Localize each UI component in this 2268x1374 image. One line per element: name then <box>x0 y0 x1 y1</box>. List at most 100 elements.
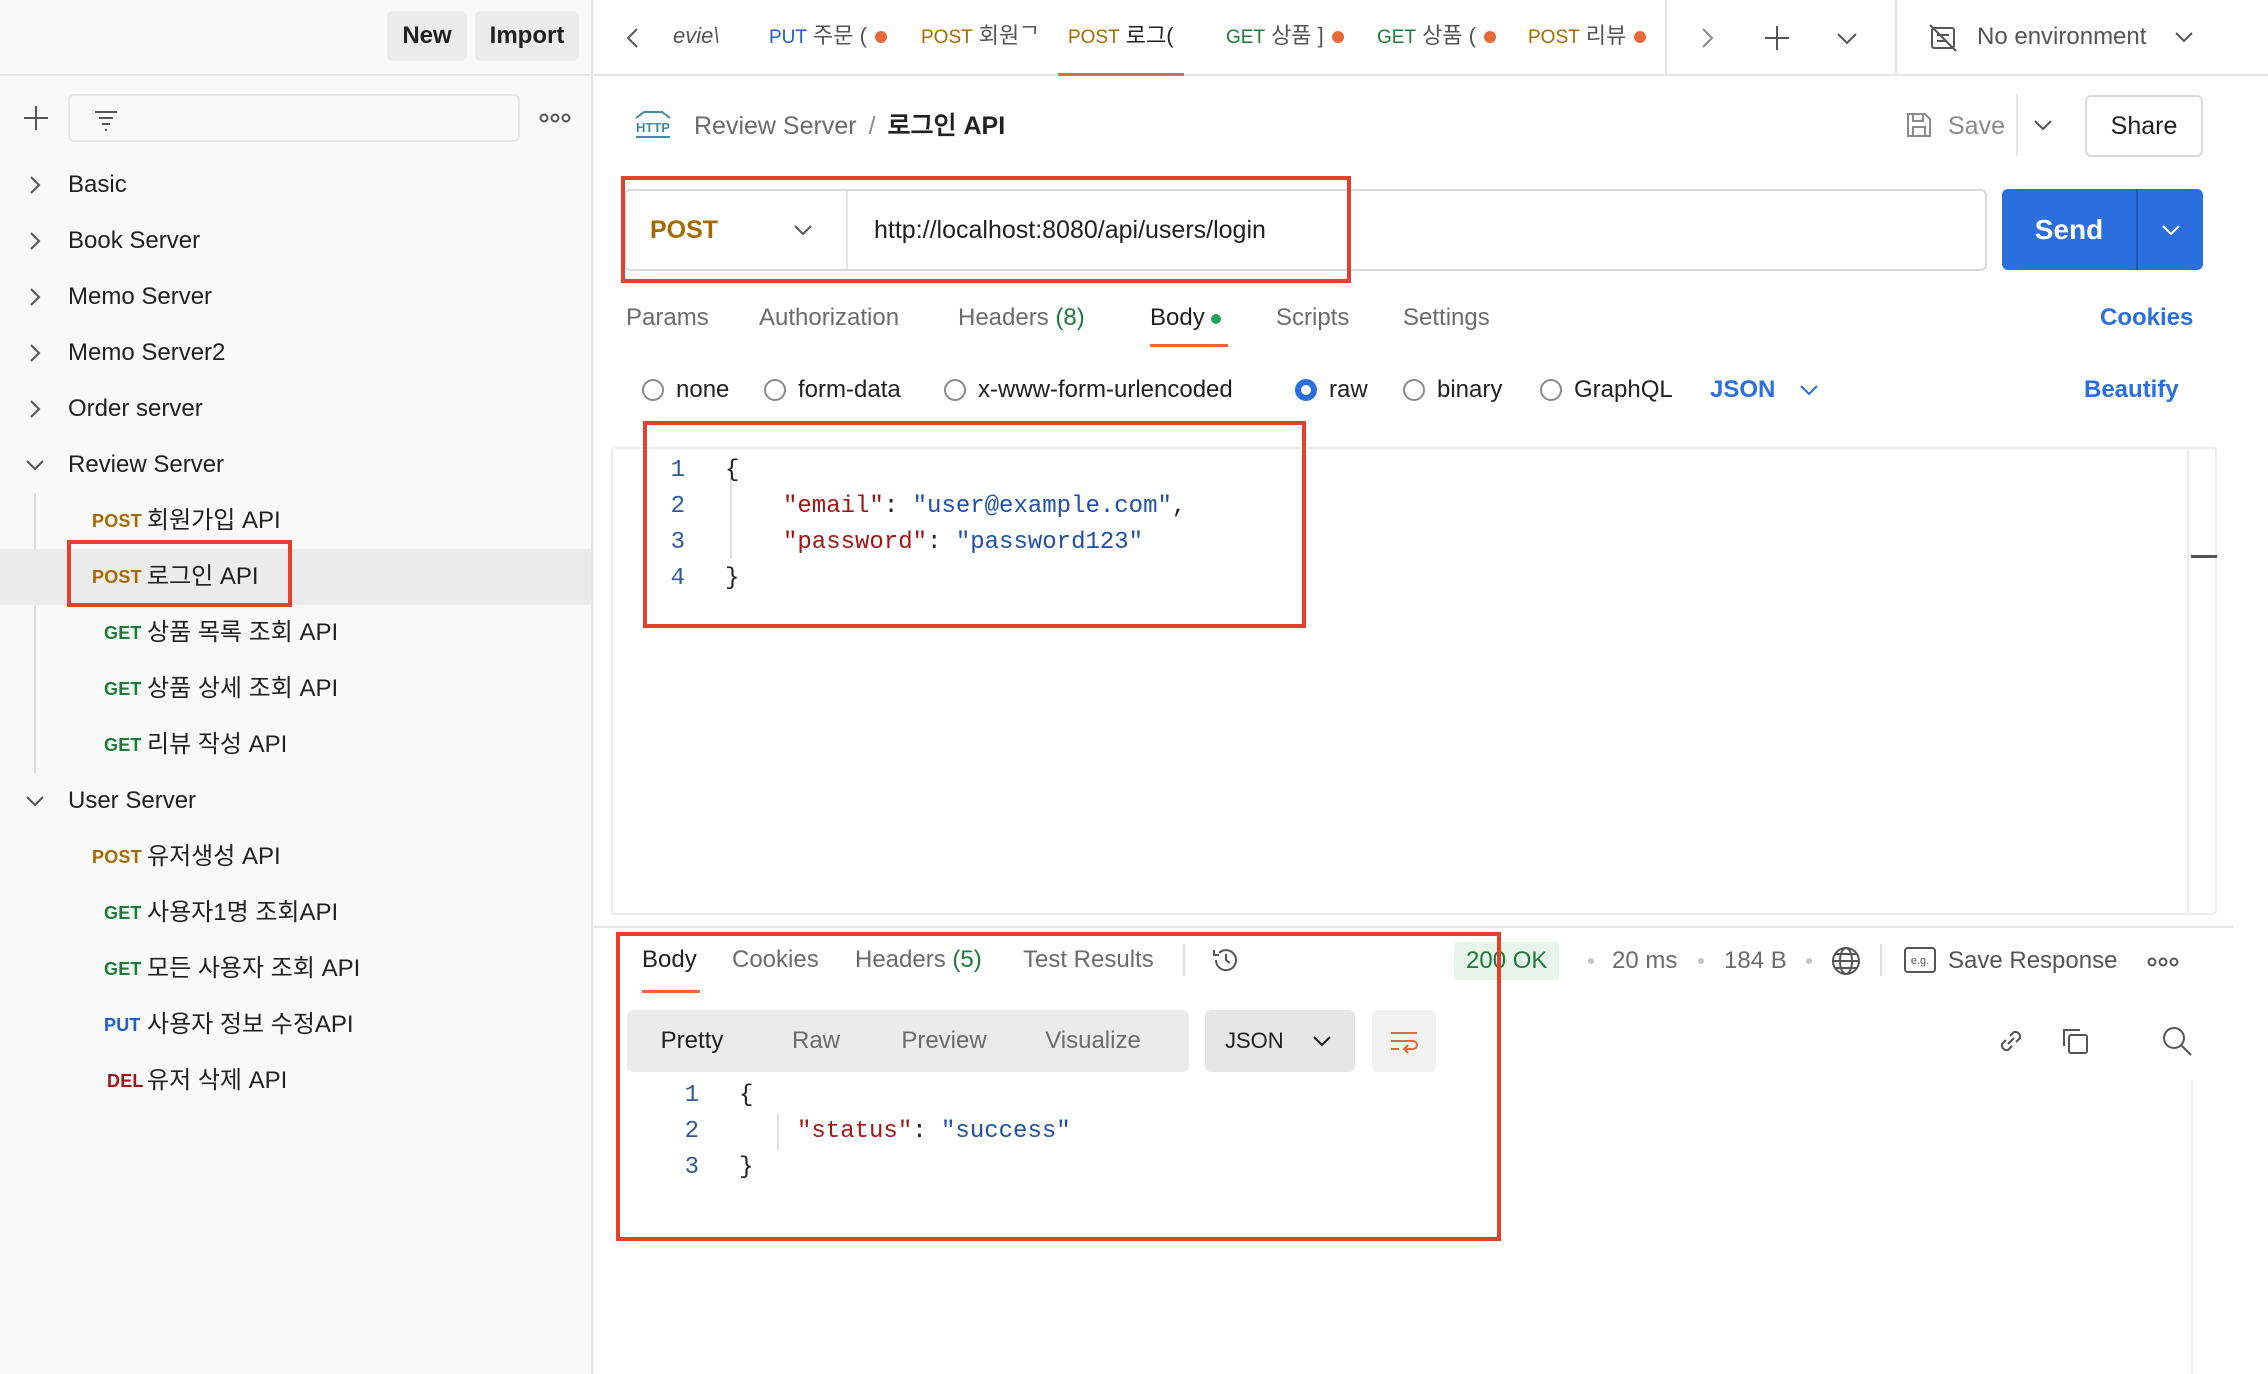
tab-get-product-list[interactable]: GET 상품 ] <box>1226 0 1352 76</box>
save-icon[interactable] <box>1904 110 1934 140</box>
wrap-lines-button[interactable] <box>1372 1010 1436 1072</box>
request-name: 리뷰 작성 API <box>147 731 288 758</box>
tab-put-order[interactable]: PUT 주문 ( <box>769 0 887 76</box>
body-format-dropdown[interactable]: JSON <box>1710 372 1775 408</box>
view-raw[interactable]: Raw <box>757 1010 875 1072</box>
format-label: JSON <box>1225 1028 1284 1053</box>
request-item-product-list[interactable]: GET 상품 목록 조회 API <box>0 605 591 661</box>
import-button[interactable]: Import <box>475 11 579 61</box>
tab-review[interactable]: evie\ <box>673 0 721 76</box>
chevron-down-icon[interactable] <box>2032 114 2054 136</box>
more-options-icon[interactable] <box>538 106 572 130</box>
folder-book-server[interactable]: Book Server <box>0 213 591 269</box>
radio-circle <box>1403 379 1425 401</box>
environment-selector[interactable]: No environment <box>1895 0 2235 74</box>
response-tab-headers[interactable]: Headers (5) <box>855 942 982 978</box>
folder-label: Memo Server <box>68 283 213 310</box>
cookies-link[interactable]: Cookies <box>2100 300 2193 336</box>
response-time[interactable]: 20 ms <box>1612 942 1677 980</box>
plus-icon[interactable] <box>1763 24 1791 52</box>
method-label: POST <box>650 216 719 244</box>
request-name: 로그인 API <box>147 563 259 590</box>
breadcrumb-parent[interactable]: Review Server <box>694 112 857 140</box>
tab-headers[interactable]: Headers (8) <box>958 300 1085 336</box>
globe-icon[interactable] <box>1830 945 1862 977</box>
request-item-signup[interactable]: POST 회원가입 API <box>0 493 591 549</box>
method-badge: POST <box>92 511 142 531</box>
http-icon: HTTP <box>635 111 671 138</box>
chevron-left-icon[interactable] <box>619 24 647 52</box>
tab-authorization[interactable]: Authorization <box>759 300 899 336</box>
method-badge: GET <box>104 959 142 979</box>
url-bar: POST http://localhost:8080/api/users/log… <box>624 189 1987 271</box>
radio-label: GraphQL <box>1574 376 1673 403</box>
folder-user-server[interactable]: User Server <box>0 773 591 829</box>
folder-memo-server2[interactable]: Memo Server2 <box>0 325 591 381</box>
headers-count: (5) <box>952 946 982 973</box>
line-number: 4 <box>670 565 685 592</box>
more-options-icon[interactable] <box>2146 950 2180 974</box>
request-item-get-user[interactable]: GET 사용자1명 조회API <box>0 885 591 941</box>
line-number: 3 <box>670 529 685 556</box>
breadcrumb-current[interactable]: 로그인 API <box>888 112 1006 140</box>
tab-params[interactable]: Params <box>626 300 709 336</box>
beautify-button[interactable]: Beautify <box>2084 372 2179 408</box>
request-item-create-user[interactable]: POST 유저생성 API <box>0 829 591 885</box>
new-button[interactable]: New <box>387 11 467 61</box>
response-format-dropdown[interactable]: JSON <box>1205 1010 1355 1072</box>
save-response-button[interactable]: Save Response <box>1948 942 2117 980</box>
plus-icon[interactable] <box>20 102 52 134</box>
tab-body[interactable]: Body <box>1150 300 1221 336</box>
unsaved-dot-icon <box>874 31 887 44</box>
tab-scripts[interactable]: Scripts <box>1276 300 1349 336</box>
copy-icon[interactable] <box>2058 1024 2092 1058</box>
share-button[interactable]: Share <box>2085 95 2203 157</box>
tab-settings[interactable]: Settings <box>1403 300 1490 336</box>
view-pretty[interactable]: Pretty <box>627 1010 757 1072</box>
request-item-get-all-users[interactable]: GET 모든 사용자 조회 API <box>0 941 591 997</box>
history-icon[interactable] <box>1210 944 1242 976</box>
chevron-down-icon[interactable] <box>1798 379 1820 401</box>
chevron-down-icon[interactable] <box>2160 219 2182 241</box>
request-body-editor[interactable]: 1 { 2 "email": "user@example.com", 3 "pa… <box>611 447 2217 915</box>
send-button[interactable]: Send <box>2002 189 2203 270</box>
example-icon[interactable]: e.g. <box>1904 947 1936 973</box>
request-item-login[interactable]: POST 로그인 API <box>0 549 591 605</box>
response-size[interactable]: 184 B <box>1724 942 1787 980</box>
code-line: } <box>739 1150 753 1186</box>
folder-memo-server[interactable]: Memo Server <box>0 269 591 325</box>
folder-order-server[interactable]: Order server <box>0 381 591 437</box>
response-tab-cookies[interactable]: Cookies <box>732 942 819 978</box>
breadcrumb: Review Server / 로그인 API <box>694 108 1005 144</box>
folder-basic[interactable]: Basic <box>0 157 591 213</box>
url-input[interactable]: http://localhost:8080/api/users/login <box>874 191 1974 269</box>
tab-post-login[interactable]: POST 로그( <box>1058 0 1184 76</box>
filter-input[interactable] <box>68 94 520 142</box>
view-preview[interactable]: Preview <box>875 1010 1013 1072</box>
link-icon[interactable] <box>1994 1024 2028 1058</box>
tab-label: 리뷰 <box>1585 23 1627 48</box>
tab-post-review[interactable]: POST 리뷰 <box>1528 0 1658 76</box>
response-tab-test-results[interactable]: Test Results <box>1023 942 1154 978</box>
response-scrollbar-track[interactable] <box>2191 1080 2193 1374</box>
pane-splitter[interactable] <box>593 926 2233 928</box>
request-item-update-user[interactable]: PUT 사용자 정보 수정API <box>0 997 591 1053</box>
request-item-delete-user[interactable]: DEL 유저 삭제 API <box>0 1053 591 1109</box>
request-item-review-write[interactable]: GET 리뷰 작성 API <box>0 717 591 773</box>
response-tab-body[interactable]: Body <box>642 942 697 978</box>
save-button[interactable]: Save <box>1948 108 2005 144</box>
folder-review-server[interactable]: Review Server <box>0 437 591 493</box>
tab-post-signup[interactable]: POST 회원ᄀ <box>921 0 1041 76</box>
status-badge[interactable]: 200 OK <box>1454 942 1560 980</box>
method-dropdown[interactable]: POST <box>626 191 848 269</box>
view-visualize[interactable]: Visualize <box>1013 1010 1173 1072</box>
breadcrumb-separator: / <box>868 112 876 140</box>
search-icon[interactable] <box>2160 1024 2194 1058</box>
editor-scrollbar-track[interactable] <box>2187 449 2189 913</box>
chevron-down-icon[interactable] <box>1833 24 1861 52</box>
tab-get-product-detail[interactable]: GET 상품 ( <box>1377 0 1503 76</box>
request-item-product-detail[interactable]: GET 상품 상세 조회 API <box>0 661 591 717</box>
response-body-viewer[interactable]: 1 { 2 "status": "success" 3 } <box>611 1080 2217 1374</box>
chevron-right-icon[interactable] <box>1693 24 1721 52</box>
radio-circle-selected <box>1295 379 1317 401</box>
